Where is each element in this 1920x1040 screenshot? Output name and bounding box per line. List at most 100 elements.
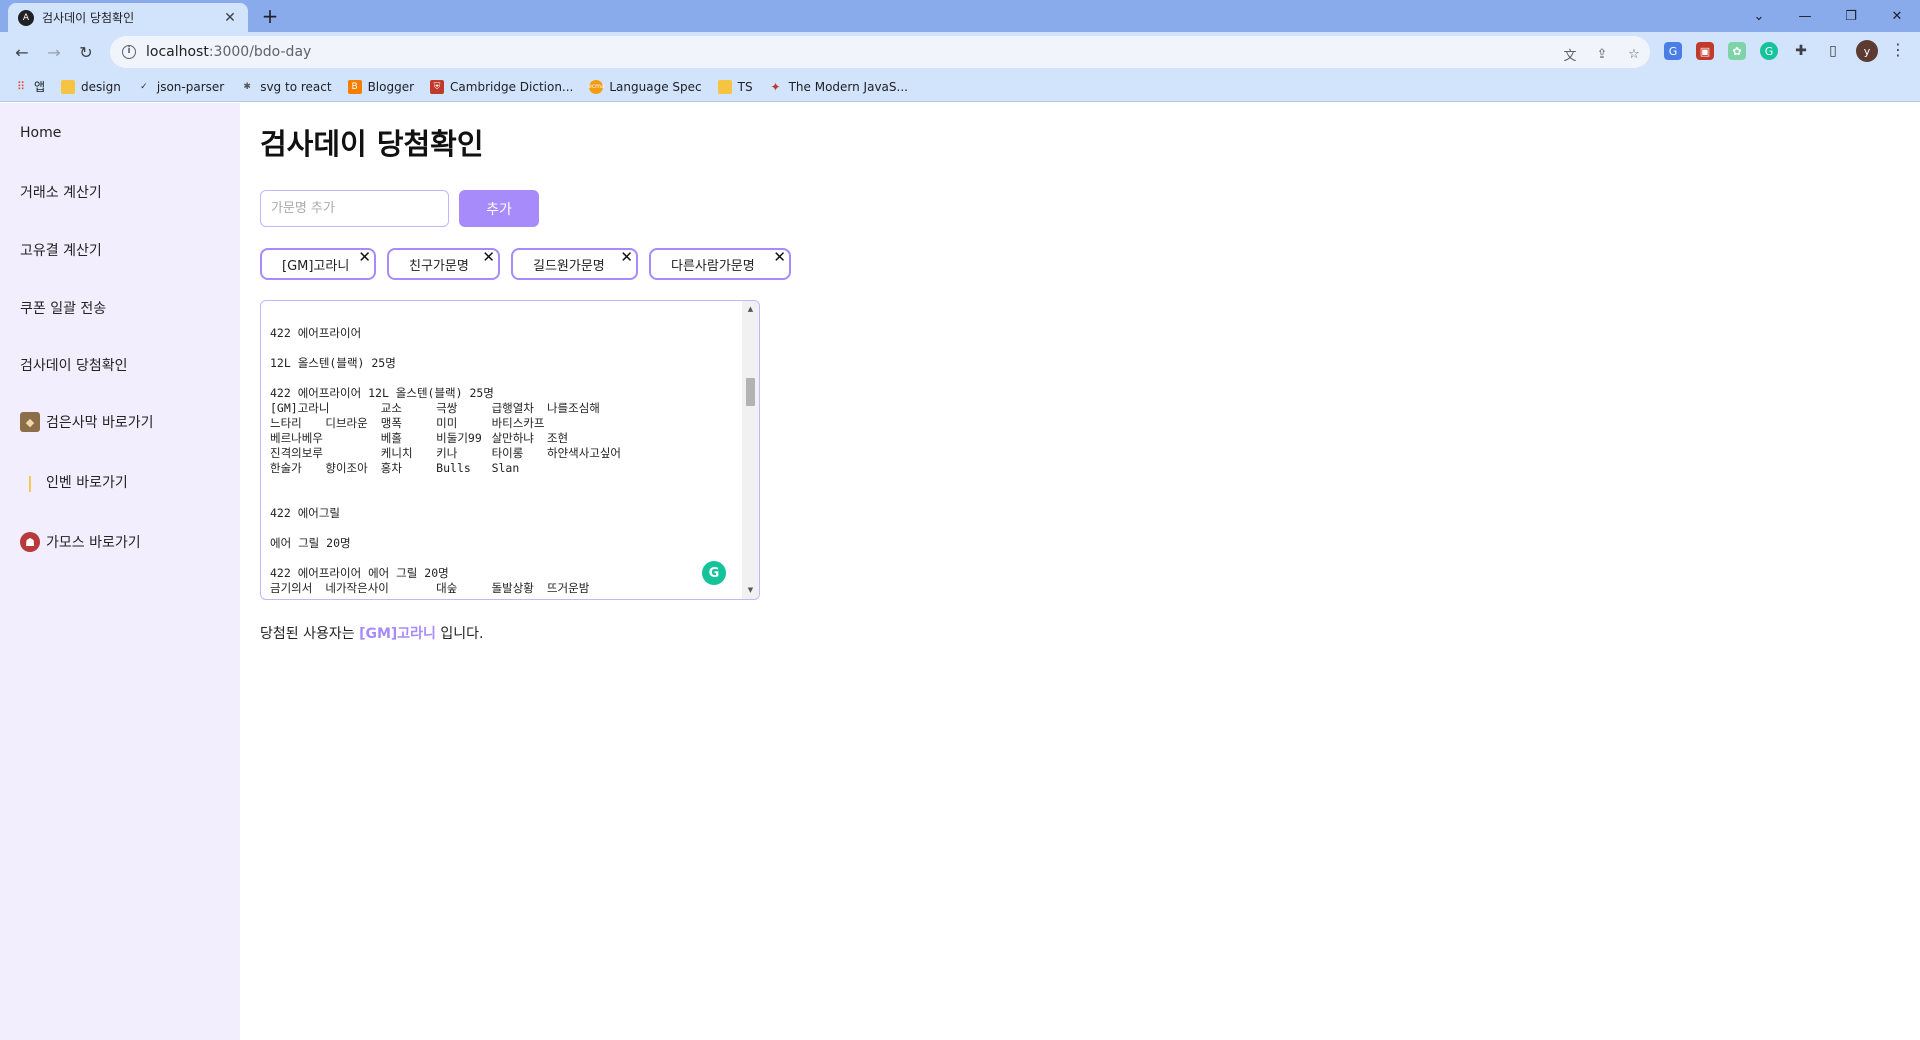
bookmark-label: Language Spec (609, 79, 702, 94)
bookmark-cambridge[interactable]: ⛨ Cambridge Diction... (430, 79, 574, 94)
sidebar-item-black-desert-link[interactable]: ◆ 검은사막 바로가기 (20, 412, 154, 432)
modern-js-icon: ✦ (770, 79, 781, 94)
bookmark-label: TS (737, 79, 753, 94)
winner-list-text: 422 에어프라이어 12L 올스텐(블랙) 25명 422 에어프라이어 12… (270, 326, 622, 595)
sidebar-item-label: 가모스 바로가기 (46, 535, 141, 551)
bookmark-ts[interactable]: TS (717, 79, 753, 94)
bookmark-label: Cambridge Diction... (450, 79, 574, 94)
cambridge-icon: ⛨ (430, 79, 445, 94)
bookmark-json-parser[interactable]: ✓ json-parser (137, 80, 224, 94)
grammarly-icon[interactable]: G (702, 561, 726, 585)
scroll-up-icon[interactable]: ▲ (742, 301, 759, 318)
add-button[interactable]: 추가 (459, 190, 539, 227)
bookmark-label: Blogger (367, 79, 415, 94)
bookmark-label: The Modern JavaS... (788, 79, 908, 94)
ecma-icon: ecma (588, 79, 605, 94)
bookmarks-bar: ⠿ 앱 design ✓ json-parser ✱ svg to react … (0, 72, 1920, 102)
json-icon: ✓ (140, 81, 148, 92)
bookmark-label: svg to react (260, 79, 332, 94)
bookmark-language-spec[interactable]: ecma Language Spec (588, 79, 702, 94)
folder-icon (717, 79, 732, 94)
family-chip: 길드원가문명 ✕ (511, 248, 638, 280)
minimize-button[interactable]: — (1782, 0, 1828, 32)
close-icon[interactable]: ✕ (358, 249, 371, 265)
result-suffix: 입니다. (435, 626, 484, 642)
share-icon[interactable]: ⇪ (1592, 44, 1612, 64)
tab-close-icon[interactable]: ✕ (222, 10, 238, 26)
family-chip: [GM]고라니 ✕ (260, 248, 376, 280)
winner-name: [GM]고라니 (359, 626, 436, 642)
back-arrow-icon[interactable]: ← (10, 40, 34, 64)
extensions-puzzle-icon[interactable]: ✚ (1792, 42, 1810, 60)
side-panel-icon[interactable]: ▯ (1824, 42, 1842, 60)
bookmark-blogger[interactable]: B Blogger (347, 79, 415, 94)
close-window-button[interactable]: ✕ (1874, 0, 1920, 32)
browser-tabstrip: A 검사데이 당첨확인 ✕ + ⌄ — ❐ ✕ (0, 0, 1920, 32)
chip-label: 다른사람가문명 (671, 258, 755, 274)
browser-menu-icon[interactable]: ⋮ (1890, 40, 1906, 62)
tab-title: 검사데이 당첨확인 (42, 11, 135, 25)
sidebar-item-label: 고유결 계산기 (20, 243, 102, 259)
inven-icon: ❘ (23, 472, 37, 492)
winner-list-textarea[interactable]: 422 에어프라이어 12L 올스텐(블랙) 25명 422 에어프라이어 12… (260, 300, 760, 600)
chip-label: 길드원가문명 (533, 258, 605, 274)
sidebar-item-label: 검사데이 당첨확인 (20, 358, 128, 374)
pdf-extension-icon[interactable]: ▣ (1696, 42, 1714, 60)
browser-tab[interactable]: A 검사데이 당첨확인 ✕ (8, 3, 248, 32)
svg-icon: ✱ (243, 81, 251, 92)
family-chip: 친구가문명 ✕ (387, 248, 500, 280)
bookmark-apps[interactable]: ⠿ 앱 (14, 78, 45, 95)
bookmark-svg-to-react[interactable]: ✱ svg to react (240, 80, 331, 94)
translate-icon[interactable]: 文 (1560, 44, 1580, 64)
close-icon[interactable]: ✕ (773, 249, 786, 265)
sidebar-item-label: 인벤 바로가기 (46, 475, 128, 491)
close-icon[interactable]: ✕ (620, 249, 633, 265)
sidebar-item-garmoth-link[interactable]: ☗ 가모스 바로가기 (20, 532, 141, 552)
sidebar-item-unique-calculator[interactable]: 고유결 계산기 (20, 240, 102, 260)
sidebar-item-label: 검은사막 바로가기 (46, 415, 154, 431)
app-favicon-icon: A (18, 9, 34, 26)
sidebar-item-inven-link[interactable]: ❘ 인벤 바로가기 (20, 472, 128, 492)
url-path: :3000/bdo-day (208, 44, 312, 60)
sidebar-item-home[interactable]: Home (20, 125, 61, 141)
family-chip: 다른사람가문명 ✕ (649, 248, 791, 280)
black-desert-icon: ◆ (20, 412, 40, 432)
close-icon[interactable]: ✕ (482, 249, 495, 265)
page-title: 검사데이 당첨확인 (260, 127, 484, 161)
sidebar-item-label: 쿠폰 일괄 전송 (20, 301, 107, 317)
bookmark-label: 앱 (34, 80, 46, 94)
tab-search-icon[interactable]: ⌄ (1736, 0, 1782, 32)
profile-avatar[interactable]: y (1856, 40, 1878, 62)
sidebar-item-label: Home (20, 125, 62, 141)
forward-arrow-icon[interactable]: → (42, 40, 66, 64)
chip-label: 친구가문명 (409, 258, 469, 274)
reload-icon[interactable]: ↻ (74, 40, 98, 64)
scrollbar-thumb[interactable] (746, 378, 755, 406)
textarea-scrollbar[interactable]: ▲ ▼ (742, 301, 759, 599)
chip-label: [GM]고라니 (282, 258, 350, 274)
blogger-icon: B (347, 79, 362, 94)
translate-extension-icon[interactable]: G (1664, 42, 1682, 60)
new-tab-button[interactable]: + (258, 5, 282, 29)
site-info-icon[interactable]: i (122, 45, 136, 59)
bookmark-label: design (81, 79, 121, 94)
sidebar-item-bdo-day[interactable]: 검사데이 당첨확인 (20, 355, 128, 375)
family-name-input[interactable] (260, 190, 449, 227)
bookmark-modern-js[interactable]: ✦ The Modern JavaS... (769, 80, 908, 94)
folder-icon (61, 79, 76, 94)
sidebar-item-exchange-calculator[interactable]: 거래소 계산기 (20, 182, 102, 202)
bookmark-star-icon[interactable]: ☆ (1624, 44, 1644, 64)
garmoth-icon: ☗ (20, 532, 40, 552)
restore-button[interactable]: ❐ (1828, 0, 1874, 32)
bookmark-design[interactable]: design (61, 79, 121, 94)
result-text: 당첨된 사용자는 [GM]고라니 입니다. (260, 623, 483, 643)
apps-grid-icon: ⠿ (16, 80, 26, 93)
color-extension-icon[interactable]: ✿ (1728, 42, 1746, 60)
bookmark-label: json-parser (156, 79, 225, 94)
scroll-down-icon[interactable]: ▼ (742, 582, 759, 599)
grammarly-extension-icon[interactable]: G (1760, 42, 1778, 60)
sidebar-item-coupon-send[interactable]: 쿠폰 일괄 전송 (20, 298, 106, 318)
sidebar: Home 거래소 계산기 고유결 계산기 쿠폰 일괄 전송 검사데이 당첨확인 … (0, 103, 240, 1040)
address-bar[interactable]: i localhost:3000/bdo-day 文 ⇪ ☆ (110, 36, 1650, 68)
result-prefix: 당첨된 사용자는 (260, 626, 360, 642)
